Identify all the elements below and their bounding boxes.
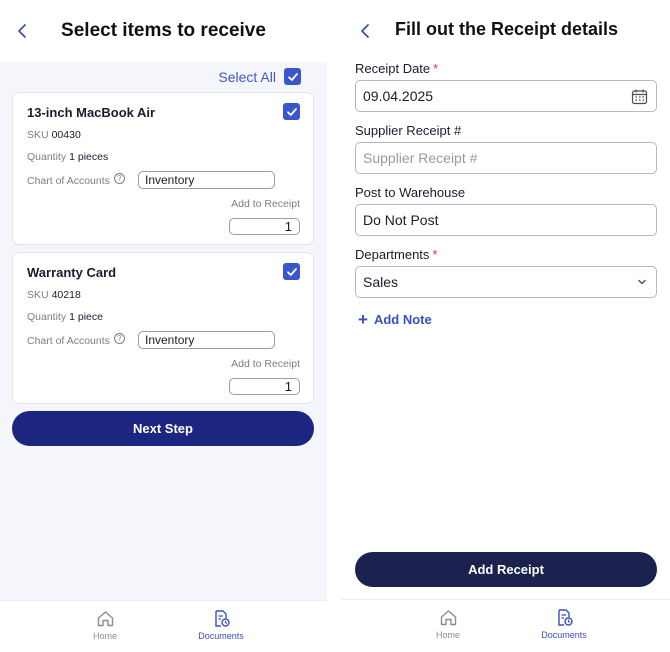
home-icon [440, 610, 456, 626]
select-all-checkbox[interactable] [284, 68, 301, 85]
sku-row: SKU 00430 [27, 129, 81, 141]
supplier-receipt-input[interactable]: Supplier Receipt # [355, 142, 657, 174]
required-marker: * [433, 61, 439, 76]
sku-value: 40218 [51, 289, 81, 301]
sku-row: SKU 40218 [27, 289, 81, 301]
help-icon[interactable]: ? [113, 332, 125, 344]
header: Select items to receive [0, 0, 327, 62]
page-title: Select items to receive [61, 20, 266, 41]
quantity-row: Quantity 1 piece [27, 311, 103, 323]
tab-home[interactable]: Home [418, 608, 478, 640]
quantity-label: Quantity [27, 311, 67, 323]
receipt-date-field[interactable]: 09.04.2025 [355, 80, 657, 112]
tab-bar: Home Documents [0, 600, 327, 652]
tab-home-label: Home [92, 631, 117, 641]
help-icon[interactable]: ? [113, 172, 125, 184]
add-to-receipt-label: Add to Receipt [231, 358, 300, 370]
add-to-receipt-label: Add to Receipt [231, 198, 300, 210]
documents-icon [557, 609, 573, 626]
receipt-date-label: Receipt Date * [355, 61, 438, 76]
tab-bar: Home Documents [341, 599, 670, 651]
sku-label: SKU [27, 289, 49, 301]
add-to-receipt-input[interactable]: 1 [229, 218, 300, 235]
chart-of-accounts-input[interactable]: Inventory [138, 331, 275, 349]
post-to-warehouse-field[interactable]: Do Not Post [355, 204, 657, 236]
tab-home[interactable]: Home [75, 609, 135, 641]
home-icon [97, 611, 113, 627]
chart-of-accounts-label: Chart of Accounts [27, 175, 110, 187]
back-button[interactable] [358, 22, 372, 40]
add-note-label: Add Note [373, 312, 432, 327]
check-icon [286, 267, 297, 276]
receipt-details-screen: Fill out the Receipt details Receipt Dat… [341, 0, 670, 652]
item-card: Warranty Card SKU 40218 Quantity 1 piece C… [12, 252, 314, 404]
page-title: Fill out the Receipt details [395, 19, 619, 39]
add-receipt-button[interactable]: Add Receipt [355, 552, 657, 587]
item-name: Warranty Card [27, 265, 117, 280]
departments-label: Departments * [355, 247, 437, 262]
add-to-receipt-input[interactable]: 1 [229, 378, 300, 395]
calendar-icon[interactable] [631, 88, 648, 105]
tab-home-label: Home [435, 630, 460, 640]
tab-documents[interactable]: Documents [534, 608, 594, 640]
items-list: Select All 13-inch MacBook Air SKU 00430 … [0, 62, 327, 600]
chevron-down-icon [638, 279, 646, 285]
check-icon [286, 107, 297, 116]
add-note-button[interactable]: + Add Note [358, 309, 432, 329]
next-step-button[interactable]: Next Step [12, 411, 314, 446]
item-card: 13-inch MacBook Air SKU 00430 Quantity 1 p… [12, 92, 314, 245]
documents-icon [214, 610, 230, 627]
quantity-row: Quantity 1 pieces [27, 151, 108, 163]
receipt-date-label-text: Receipt Date [355, 61, 431, 76]
tab-documents-label: Documents [541, 630, 587, 640]
required-marker: * [432, 247, 438, 262]
sku-label: SKU [27, 129, 49, 141]
receipt-date-value: 09.04.2025 [363, 88, 434, 104]
tab-documents-label: Documents [198, 631, 244, 641]
select-items-screen: Select items to receive Select All 13-in… [0, 0, 327, 652]
departments-label-text: Departments [355, 247, 430, 262]
chart-of-accounts-label: Chart of Accounts [27, 335, 110, 347]
quantity-value: 1 pieces [69, 151, 109, 163]
select-all-label: Select All [218, 68, 276, 85]
item-name: 13-inch MacBook Air [27, 105, 156, 120]
item-checkbox[interactable] [283, 263, 300, 280]
plus-icon: + [358, 309, 368, 329]
chart-of-accounts-row: Chart of Accounts? [27, 332, 125, 347]
chart-of-accounts-input[interactable]: Inventory [138, 171, 275, 189]
check-icon [287, 72, 298, 81]
chevron-left-icon [361, 24, 369, 38]
chart-of-accounts-row: Chart of Accounts? [27, 172, 125, 187]
departments-select[interactable]: Sales [355, 266, 657, 298]
sku-value: 00430 [51, 129, 81, 141]
departments-value: Sales [363, 274, 399, 290]
item-checkbox[interactable] [283, 103, 300, 120]
supplier-receipt-label: Supplier Receipt # [355, 123, 462, 138]
quantity-value: 1 piece [69, 311, 103, 323]
quantity-label: Quantity [27, 151, 67, 163]
post-to-warehouse-label: Post to Warehouse [355, 185, 466, 200]
tab-documents[interactable]: Documents [191, 609, 251, 641]
select-all-toggle[interactable]: Select All [218, 68, 301, 85]
